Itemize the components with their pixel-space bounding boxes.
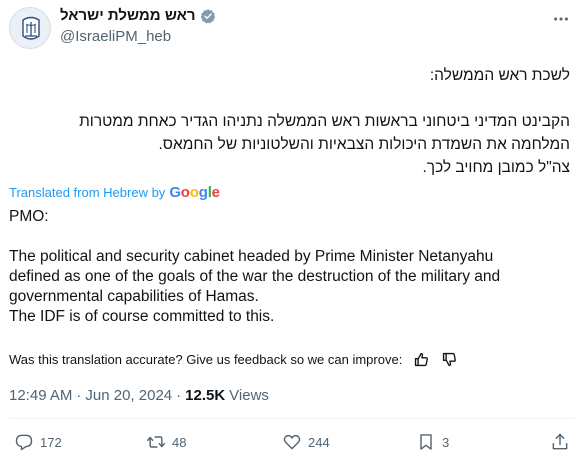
views-label: Views bbox=[229, 387, 269, 404]
author-display-name[interactable]: ראש ממשלת ישראל bbox=[60, 7, 196, 24]
hebrew-line: הקבינט המדיני ביטחוני בראשות ראש הממשלה … bbox=[79, 113, 570, 130]
reply-count: 172 bbox=[40, 434, 62, 450]
reply-icon bbox=[15, 434, 33, 451]
author-handle[interactable]: @IsraeliPM_heb bbox=[60, 28, 171, 45]
author-name-row: ראש ממשלת ישראל bbox=[60, 7, 216, 24]
thumbs-up-icon[interactable] bbox=[412, 350, 430, 368]
like-button[interactable]: 244 bbox=[282, 432, 330, 452]
english-line: defined as one of the goals of the war t… bbox=[9, 268, 501, 285]
english-line: The political and security cabinet heade… bbox=[9, 248, 494, 265]
reply-button[interactable]: 172 bbox=[14, 432, 62, 452]
post-header: ראש ממשלת ישראל @IsraeliPM_heb bbox=[0, 0, 584, 56]
hebrew-line: לשכת ראש הממשלה: bbox=[429, 67, 570, 84]
share-icon bbox=[552, 433, 568, 450]
repost-button[interactable]: 48 bbox=[146, 432, 186, 452]
google-logo: Google bbox=[169, 184, 220, 201]
post-text-hebrew: לשכת ראש הממשלה: הקבינט המדיני ביטחוני ב… bbox=[10, 64, 570, 179]
english-line: governmental capabilities of Hamas. bbox=[9, 288, 259, 305]
meta-separator: · bbox=[76, 387, 82, 404]
hebrew-line: צה"ל כמובן מחויב לכך. bbox=[422, 159, 571, 176]
views-count: 12.5K bbox=[185, 387, 226, 404]
bookmark-button[interactable]: 3 bbox=[416, 432, 449, 452]
heart-icon bbox=[283, 434, 301, 450]
post-time[interactable]: 12:49 AM bbox=[9, 387, 72, 404]
english-line: The IDF is of course committed to this. bbox=[9, 308, 275, 325]
thumbs-down-icon[interactable] bbox=[440, 350, 458, 368]
feedback-prompt: Was this translation accurate? Give us f… bbox=[9, 351, 403, 367]
action-bar: 172 48 244 3 bbox=[0, 432, 584, 460]
avatar[interactable] bbox=[9, 7, 51, 49]
meta-separator: · bbox=[176, 387, 182, 404]
bookmark-count: 3 bbox=[442, 434, 450, 450]
repost-icon bbox=[146, 436, 166, 448]
translated-label: Translated from Hebrew by bbox=[9, 185, 166, 200]
english-line: PMO: bbox=[9, 208, 49, 225]
divider bbox=[9, 418, 575, 419]
translation-feedback: Was this translation accurate? Give us f… bbox=[9, 350, 458, 368]
emblem-icon bbox=[10, 8, 50, 48]
more-icon[interactable] bbox=[550, 8, 572, 30]
verified-badge-icon bbox=[200, 8, 215, 23]
translation-attribution[interactable]: Translated from Hebrew by Google bbox=[9, 184, 220, 201]
post-text-translation: PMO: The political and security cabinet … bbox=[9, 207, 579, 327]
post-date[interactable]: Jun 20, 2024 bbox=[85, 387, 172, 404]
repost-count: 48 bbox=[172, 434, 187, 450]
bookmark-icon bbox=[420, 434, 432, 450]
post-metadata: 12:49 AM · Jun 20, 2024 · 12.5K Views bbox=[9, 387, 269, 404]
share-button[interactable] bbox=[550, 432, 570, 452]
like-count: 244 bbox=[308, 434, 330, 450]
hebrew-line: המלחמה את השמדת היכולות הצבאיות והשלטוני… bbox=[158, 136, 570, 153]
